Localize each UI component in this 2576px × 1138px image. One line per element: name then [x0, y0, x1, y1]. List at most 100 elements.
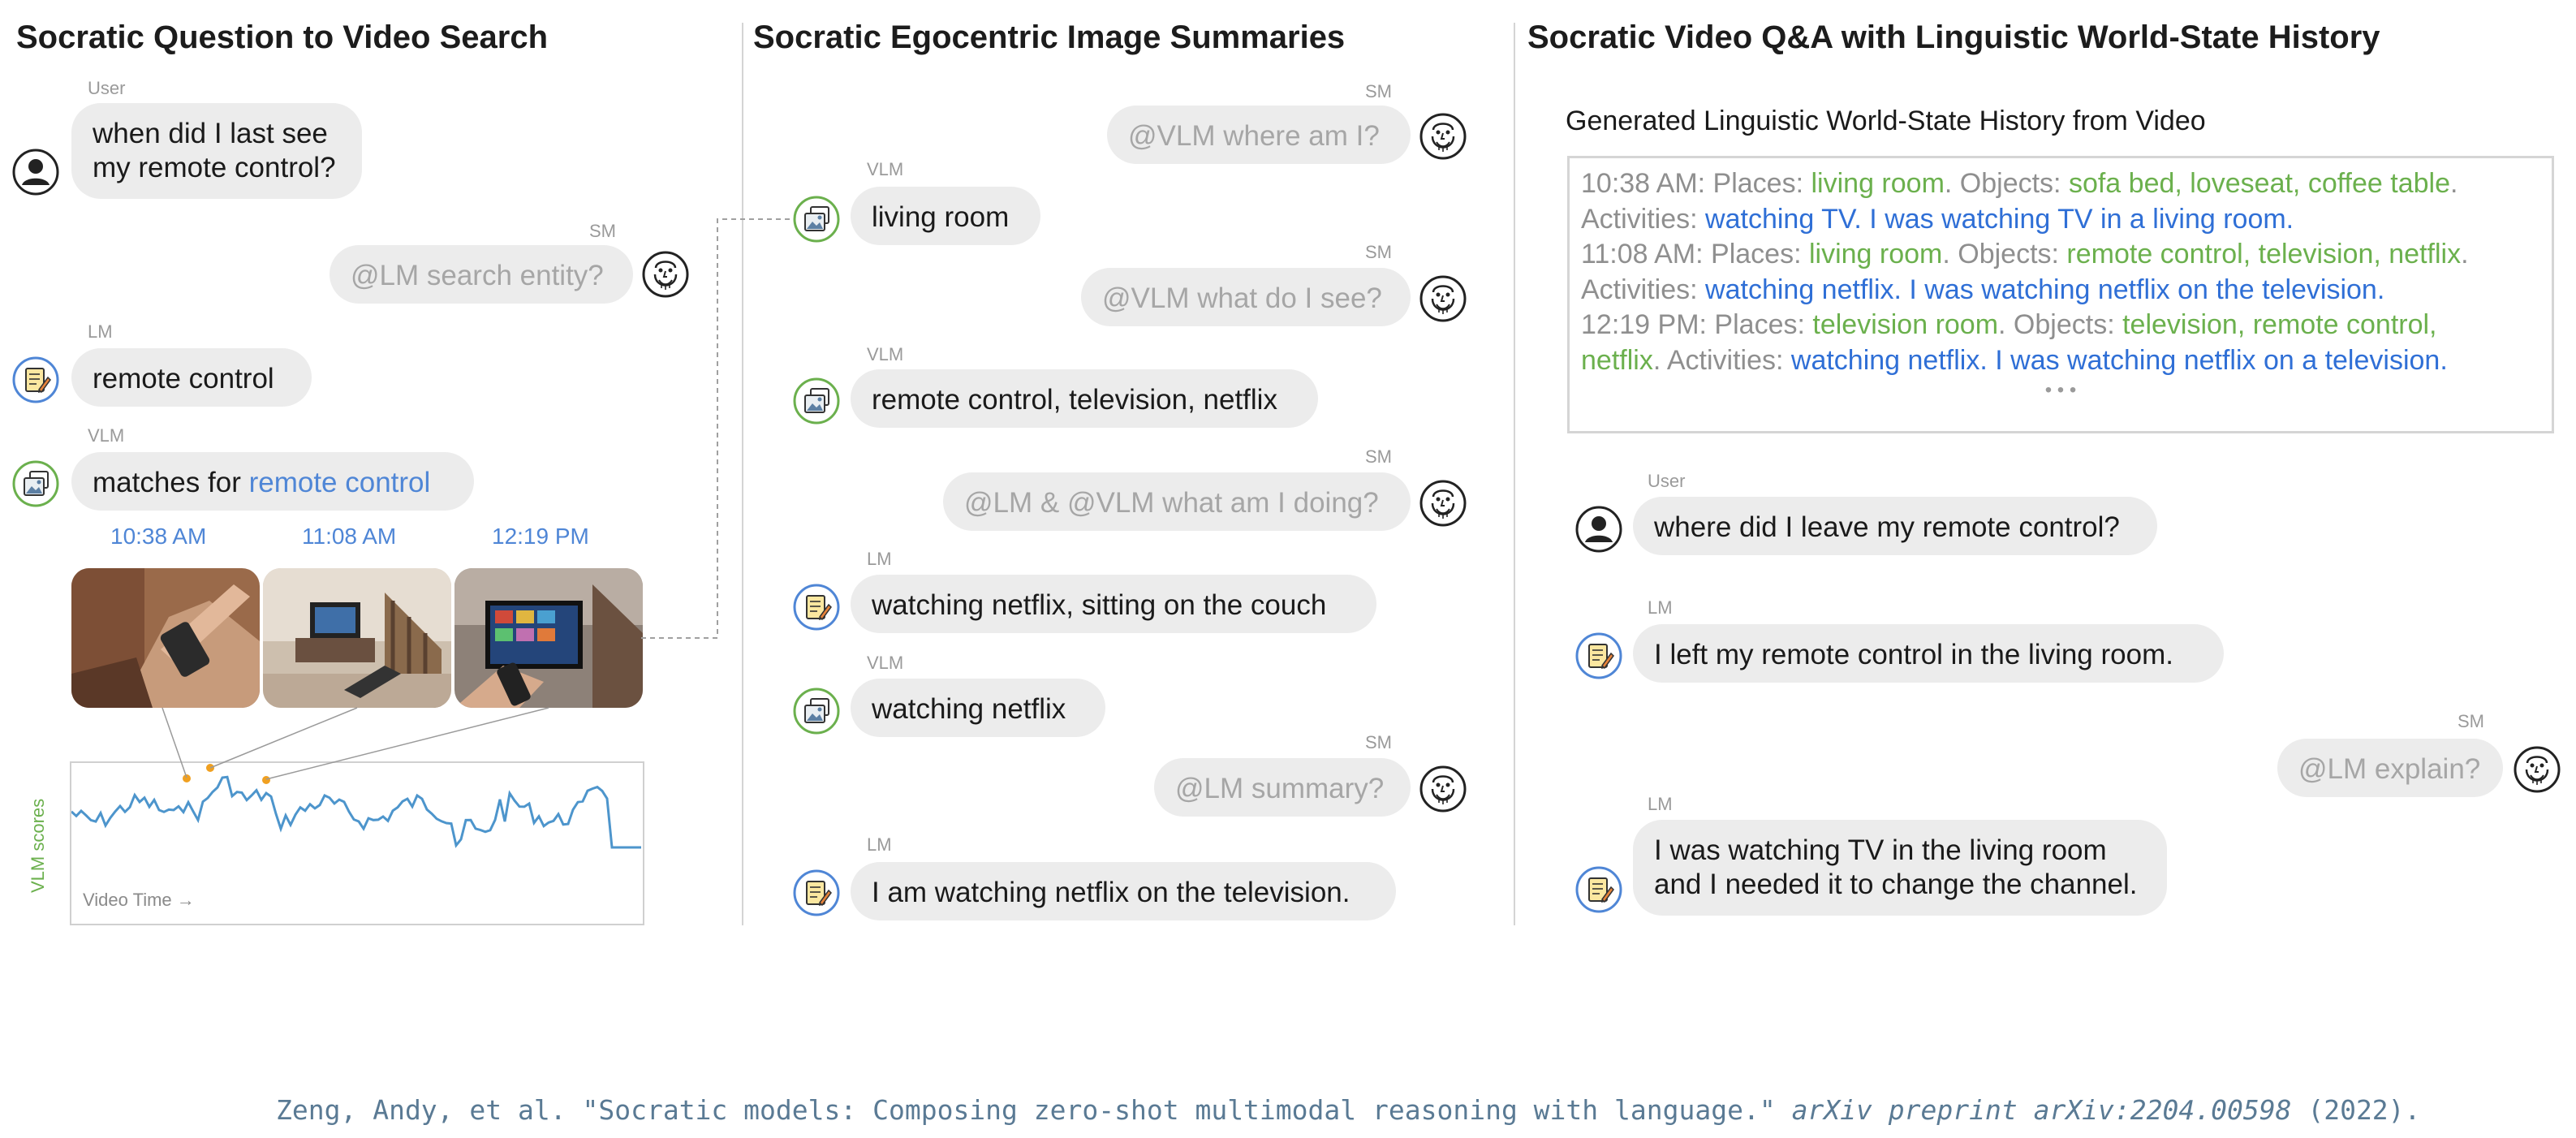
notepad-pencil-icon	[1574, 632, 1623, 680]
chat-bubble-lm: watching netflix, sitting on the couch	[851, 575, 1376, 633]
history-text: 11:08 AM: Places:	[1581, 239, 1809, 269]
video-frame-thumbnail[interactable]	[263, 568, 451, 708]
socrates-face-icon	[1419, 274, 1467, 323]
speaker-label: LM	[1648, 794, 1673, 814]
chat-bubble-sm: @LM search entity?	[330, 245, 633, 304]
speaker-label: SM	[1365, 446, 1392, 467]
image-stack-icon	[11, 459, 60, 508]
citation: Zeng, Andy, et al. "Socratic models: Com…	[276, 1094, 2420, 1126]
timestamp: 11:08 AM	[302, 524, 397, 549]
chat-bubble-vlm-matches: matches for remote control	[71, 452, 474, 511]
chat-bubble-lm: I left my remote control in the living r…	[1633, 624, 2224, 683]
socrates-face-icon	[1419, 765, 1467, 813]
notepad-pencil-icon	[792, 869, 841, 917]
right-panel-title: Socratic Video Q&A with Linguistic World…	[1527, 19, 2380, 55]
bubble-line: I was watching TV in the living room	[1654, 834, 2107, 866]
history-text: . Objects:	[1998, 309, 2123, 340]
history-objects: television, remote control,	[2122, 309, 2437, 340]
speaker-label: VLM	[867, 159, 904, 179]
socrates-face-icon	[1419, 479, 1467, 528]
chat-bubble-vlm: remote control, television, netflix	[851, 369, 1318, 428]
chat-bubble-sm: @LM & @VLM what am I doing?	[943, 472, 1411, 531]
world-state-history-box: 10:38 AM: Places: living room. Objects: …	[1567, 156, 2554, 433]
history-place: living room	[1811, 168, 1945, 199]
history-text: 12:19 PM: Places:	[1581, 309, 1813, 340]
peak-marker	[183, 774, 191, 782]
speaker-label: SM	[2458, 711, 2484, 731]
bubble-line: when did I last see	[93, 118, 328, 149]
history-sentence: . I was watching netflix on the televisi…	[1893, 274, 2385, 305]
chat-bubble-sm: @LM explain?	[2277, 739, 2503, 797]
speaker-label: SM	[1365, 81, 1392, 101]
chat-bubble-sm: @VLM where am I?	[1107, 106, 1411, 164]
bubble-line: my remote control?	[93, 152, 336, 183]
speaker-label: LM	[867, 834, 892, 855]
peak-marker	[262, 776, 270, 784]
match-link[interactable]: remote control	[249, 467, 431, 498]
speaker-label: SM	[589, 221, 616, 241]
chat-bubble-user-question: when did I last see my remote control?	[71, 103, 362, 199]
panel-divider-right	[1514, 23, 1515, 925]
socrates-face-icon	[641, 250, 690, 299]
speaker-label: SM	[1365, 242, 1392, 262]
history-text: . Objects:	[1942, 239, 2067, 269]
history-line: 10:38 AM: Places: living room. Objects: …	[1581, 168, 2458, 199]
chat-bubble-lm: I am watching netflix on the television.	[851, 862, 1396, 920]
chat-bubble-lm-explain: I was watching TV in the living room and…	[1633, 820, 2167, 916]
history-activity: watching TV	[1705, 203, 1854, 235]
bubble-line: and I needed it to change the channel.	[1654, 869, 2138, 900]
history-line: netflix. Activities: watching netflix. I…	[1581, 343, 2540, 379]
history-text: Activities:	[1581, 274, 1706, 305]
history-line: 12:19 PM: Places: television room. Objec…	[1581, 308, 2540, 343]
speaker-label: VLM	[88, 425, 125, 446]
chat-bubble-vlm: living room	[851, 187, 1040, 245]
plot-y-label: VLM scores	[28, 798, 48, 893]
chat-bubble-sm: @VLM what do I see?	[1081, 268, 1411, 326]
history-activity: watching netflix	[1705, 274, 1894, 305]
vlm-score-series	[70, 775, 641, 849]
image-stack-icon	[792, 687, 841, 735]
history-text: 10:38 AM: Places:	[1581, 168, 1811, 199]
notepad-pencil-icon	[1574, 865, 1623, 914]
user-avatar-icon	[11, 148, 60, 196]
citation-venue: arXiv preprint arXiv:2204.00598	[1791, 1094, 2292, 1126]
bubble-text: matches for	[93, 467, 249, 498]
image-stack-icon	[792, 195, 841, 244]
history-text: . Activities:	[1652, 344, 1791, 376]
timestamp: 12:19 PM	[492, 524, 589, 549]
history-place: living room	[1808, 239, 1943, 269]
left-panel-title: Socratic Question to Video Search	[16, 19, 548, 55]
peak-marker	[206, 764, 214, 772]
history-objects: sofa bed, loveseat, coffee table	[2068, 168, 2450, 199]
history-ellipsis: • • •	[2044, 379, 2077, 401]
plot-x-label: Video Time →	[83, 890, 195, 910]
speaker-label: LM	[867, 549, 892, 569]
speaker-label: SM	[1365, 732, 1392, 752]
speaker-label: VLM	[867, 653, 904, 673]
speaker-label: User	[1648, 471, 1686, 491]
timestamp: 10:38 AM	[110, 524, 207, 549]
history-objects: netflix	[1581, 344, 1653, 376]
video-frame-thumbnail[interactable]	[454, 568, 643, 708]
history-text: . Objects:	[1944, 168, 2069, 199]
citation-authors: Zeng, Andy, et al. "Socratic models: Com…	[276, 1094, 1792, 1126]
history-objects: remote control, television, netflix	[2066, 239, 2462, 269]
history-sentence: . I was watching netflix on a television…	[1979, 344, 2448, 376]
history-line: 11:08 AM: Places: living room. Objects: …	[1581, 239, 2469, 269]
middle-panel-title: Socratic Egocentric Image Summaries	[753, 19, 1346, 55]
history-line: Activities: watching netflix. I was watc…	[1581, 273, 2540, 308]
history-title: Generated Linguistic World-State History…	[1566, 106, 2206, 136]
history-text: Activities:	[1581, 203, 1706, 235]
socrates-face-icon	[1419, 112, 1467, 161]
video-frame-thumbnail[interactable]	[71, 568, 260, 708]
image-stack-icon	[792, 377, 841, 425]
chat-bubble-sm: @LM summary?	[1154, 758, 1411, 817]
chat-bubble-user-question: where did I leave my remote control?	[1633, 497, 2157, 555]
speaker-label: User	[88, 78, 126, 98]
notepad-pencil-icon	[792, 583, 841, 632]
panel-divider-left	[742, 23, 743, 925]
speaker-label: LM	[1648, 597, 1673, 618]
speaker-label: LM	[88, 321, 113, 342]
chat-bubble-vlm: watching netflix	[851, 679, 1105, 737]
socrates-face-icon	[2513, 745, 2561, 794]
